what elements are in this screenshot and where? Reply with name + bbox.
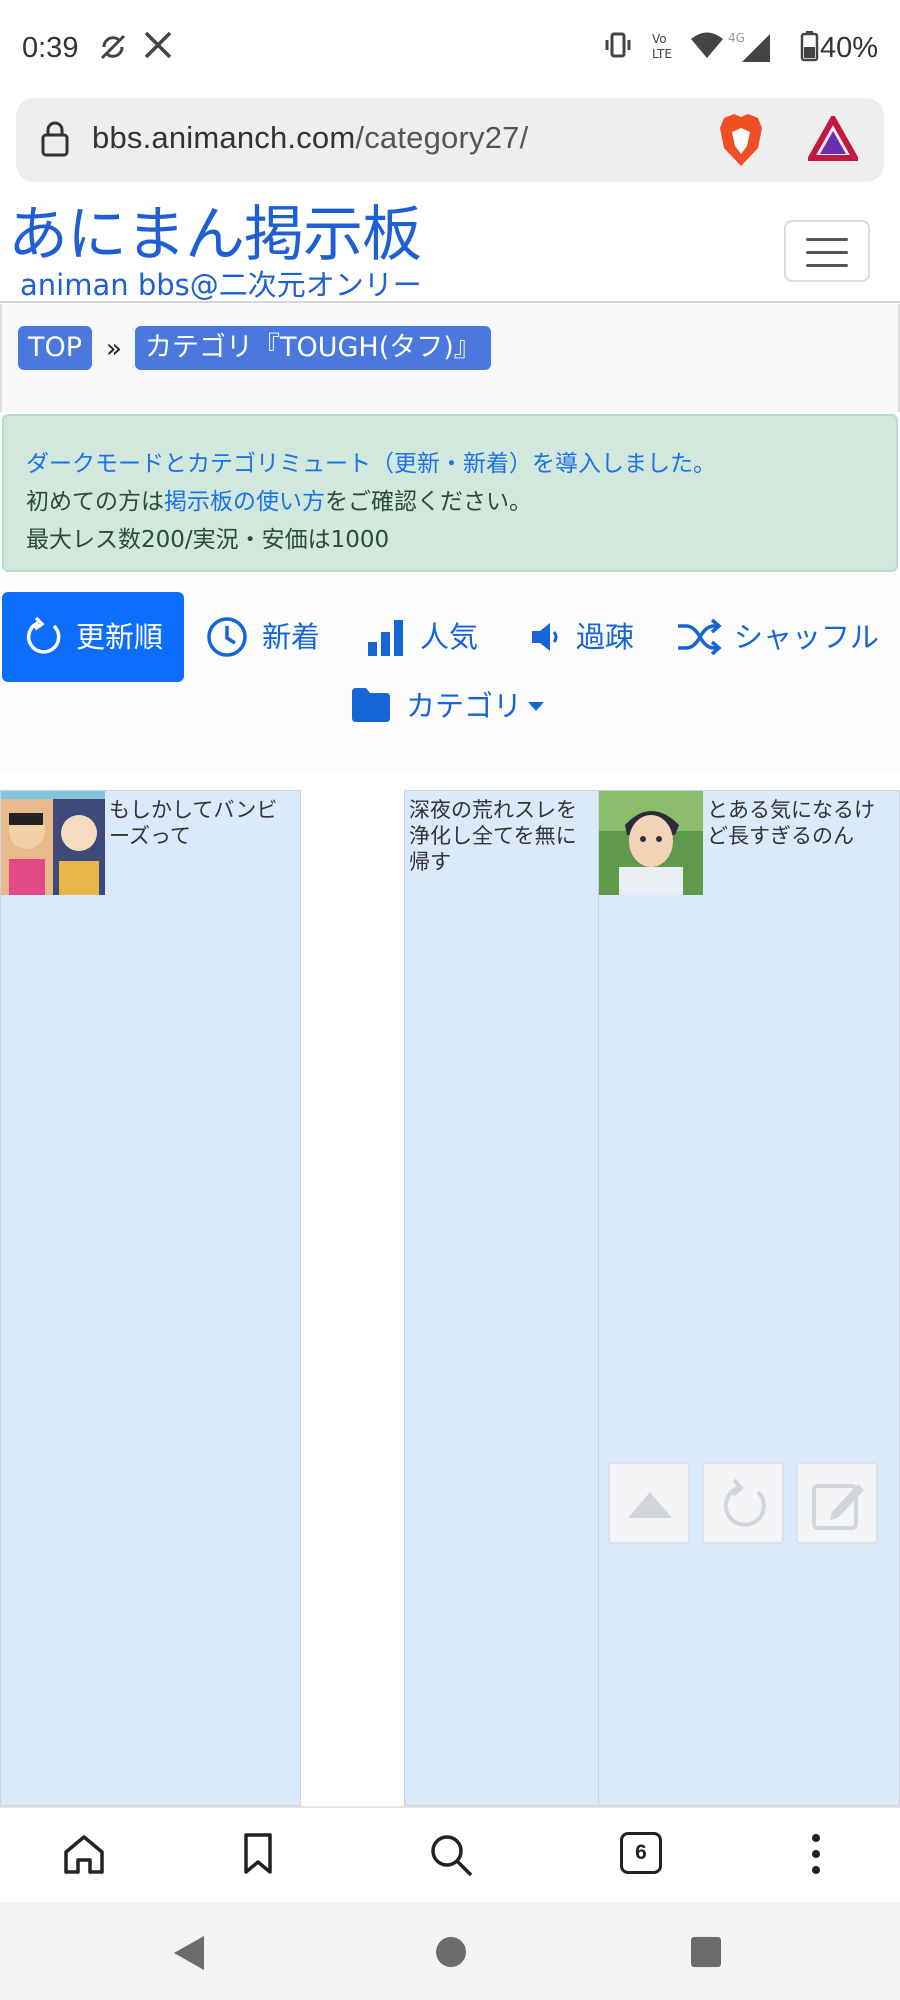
notice-dark-mode-link[interactable]: ダークモードとカテゴリミュート（更新・新着）を導入しました。 (26, 444, 716, 478)
clock-text: 0:39 (22, 32, 79, 64)
scroll-top-button[interactable] (608, 1462, 690, 1544)
svg-text:4G: 4G (728, 31, 745, 45)
thread-title-line: 帰す (409, 850, 451, 874)
recents-icon[interactable] (690, 1936, 722, 1968)
svg-text:LTE: LTE (652, 47, 672, 61)
tab-shuffle[interactable]: シャッフル (676, 592, 892, 682)
notice-guide-line: 初めての方は掲示板の使い方をご確認ください。 (26, 482, 532, 516)
site-logo-subtitle: animan bbs@二次元オンリー (20, 268, 422, 302)
sort-tabs: 更新順 新着 人気 過疎 シャッフル カテゴリ (0, 574, 900, 774)
tab-switcher-button[interactable]: 6 (620, 1832, 662, 1874)
home-nav-icon[interactable] (435, 1936, 467, 1968)
tab-label: シャッフル (734, 620, 880, 654)
thread-title-line: 浄化し全てを無に (409, 824, 577, 848)
wifi-icon (691, 32, 723, 58)
reload-button[interactable] (702, 1462, 784, 1544)
url-host: bbs.animanch.com (92, 120, 356, 155)
folder-icon (352, 688, 390, 722)
tab-popular[interactable]: 人気 (364, 592, 494, 682)
thread-title: 深夜の荒れスレを 浄化し全てを無に 帰す (409, 797, 597, 875)
sync-off-icon (100, 34, 126, 60)
tab-label: 人気 (420, 620, 479, 654)
search-icon[interactable] (428, 1832, 474, 1878)
hamburger-menu-button[interactable] (784, 220, 870, 282)
thread-grid: もしかしてバンビ ーズって 深夜の荒れスレを 浄化し全てを無に 帰す とある気に… (0, 790, 900, 1806)
breadcrumb-separator: » (106, 334, 122, 364)
volte-icon: Vo LTE (652, 32, 672, 61)
tab-update-order[interactable]: 更新順 (2, 592, 184, 682)
brave-rewards-icon[interactable] (808, 116, 858, 162)
announcement-notice: ダークモードとカテゴリミュート（更新・新着）を導入しました。 初めての方は掲示板… (2, 414, 898, 572)
home-icon[interactable] (62, 1832, 106, 1876)
battery-icon (800, 31, 819, 62)
thread-title-line: 深夜の荒れスレを (409, 798, 577, 822)
svg-text:Vo: Vo (652, 32, 667, 46)
breadcrumb-category-link[interactable]: カテゴリ『TOUGH(タフ)』 (135, 326, 491, 370)
status-bar: 0:39 Vo LTE 4G 40% (0, 0, 900, 100)
system-nav-bar (0, 1902, 900, 2000)
battery-percent: 40% (819, 32, 878, 64)
more-vert-icon[interactable] (808, 1832, 824, 1876)
tab-sparse[interactable]: 過疎 (524, 592, 654, 682)
address-bar[interactable]: bbs.animanch.com/category27/ (16, 98, 884, 182)
thread-thumbnail (599, 791, 703, 895)
url-text[interactable]: bbs.animanch.com/category27/ (92, 120, 528, 156)
thread-card[interactable]: もしかしてバンビ ーズって (0, 790, 301, 1806)
thread-title: もしかしてバンビ ーズって (109, 797, 297, 849)
back-icon[interactable] (172, 1934, 206, 1972)
menu-line (806, 238, 848, 241)
category-dropdown-label: カテゴリ (406, 689, 523, 723)
breadcrumb: TOP » カテゴリ『TOUGH(タフ)』 (0, 304, 900, 412)
shuffle-icon (678, 618, 722, 656)
refresh-icon (27, 616, 61, 654)
tab-label: 過疎 (576, 620, 635, 654)
tab-new[interactable]: 新着 (204, 592, 334, 682)
vibrate-icon (605, 32, 631, 58)
breadcrumb-top-link[interactable]: TOP (18, 326, 93, 370)
notice-max-replies: 最大レス数200/実況・安価は1000 (26, 527, 390, 553)
new-thread-button[interactable] (796, 1462, 878, 1544)
speaker-icon (532, 623, 558, 651)
thread-card[interactable]: とある気になるけ ど長すぎるのん (598, 790, 900, 1806)
url-path: /category27/ (355, 120, 529, 155)
notice-guide-link[interactable]: 掲示板の使い方 (164, 489, 325, 515)
brave-shields-icon[interactable] (716, 112, 766, 168)
caret-down-icon (528, 702, 544, 711)
notice-guide-pre: 初めての方は (26, 489, 164, 515)
cell-signal-icon: 4G (728, 31, 770, 62)
x-app-icon (144, 31, 172, 59)
thread-title-line: ど長すぎるのん (707, 824, 854, 848)
browser-toolbar: 6 (0, 1806, 900, 1902)
site-header: あにまん掲示板 animan bbs@二次元オンリー (0, 198, 900, 303)
thread-title-line: ーズって (109, 824, 191, 848)
edit-icon (812, 1484, 864, 1530)
lock-icon (41, 121, 69, 157)
thread-title-line: もしかしてバンビ (109, 798, 278, 822)
clock-icon (207, 617, 247, 657)
bar-chart-icon (368, 620, 403, 656)
thread-title-line: とある気になるけ (707, 798, 875, 822)
menu-line (806, 264, 848, 267)
reload-icon (723, 1478, 766, 1527)
thread-title: とある気になるけ ど長すぎるのん (707, 797, 897, 849)
bookmark-icon[interactable] (240, 1832, 276, 1876)
thread-thumbnail (1, 791, 105, 895)
menu-line (806, 251, 848, 254)
triangle-up-icon (628, 1492, 672, 1518)
thread-card[interactable]: 深夜の荒れスレを 浄化し全てを無に 帰す (404, 790, 600, 1806)
tab-label: 更新順 (76, 620, 164, 654)
site-logo[interactable]: あにまん掲示板 (8, 200, 422, 270)
notice-guide-post: をご確認ください。 (325, 489, 532, 515)
tab-label: 新着 (262, 620, 321, 654)
